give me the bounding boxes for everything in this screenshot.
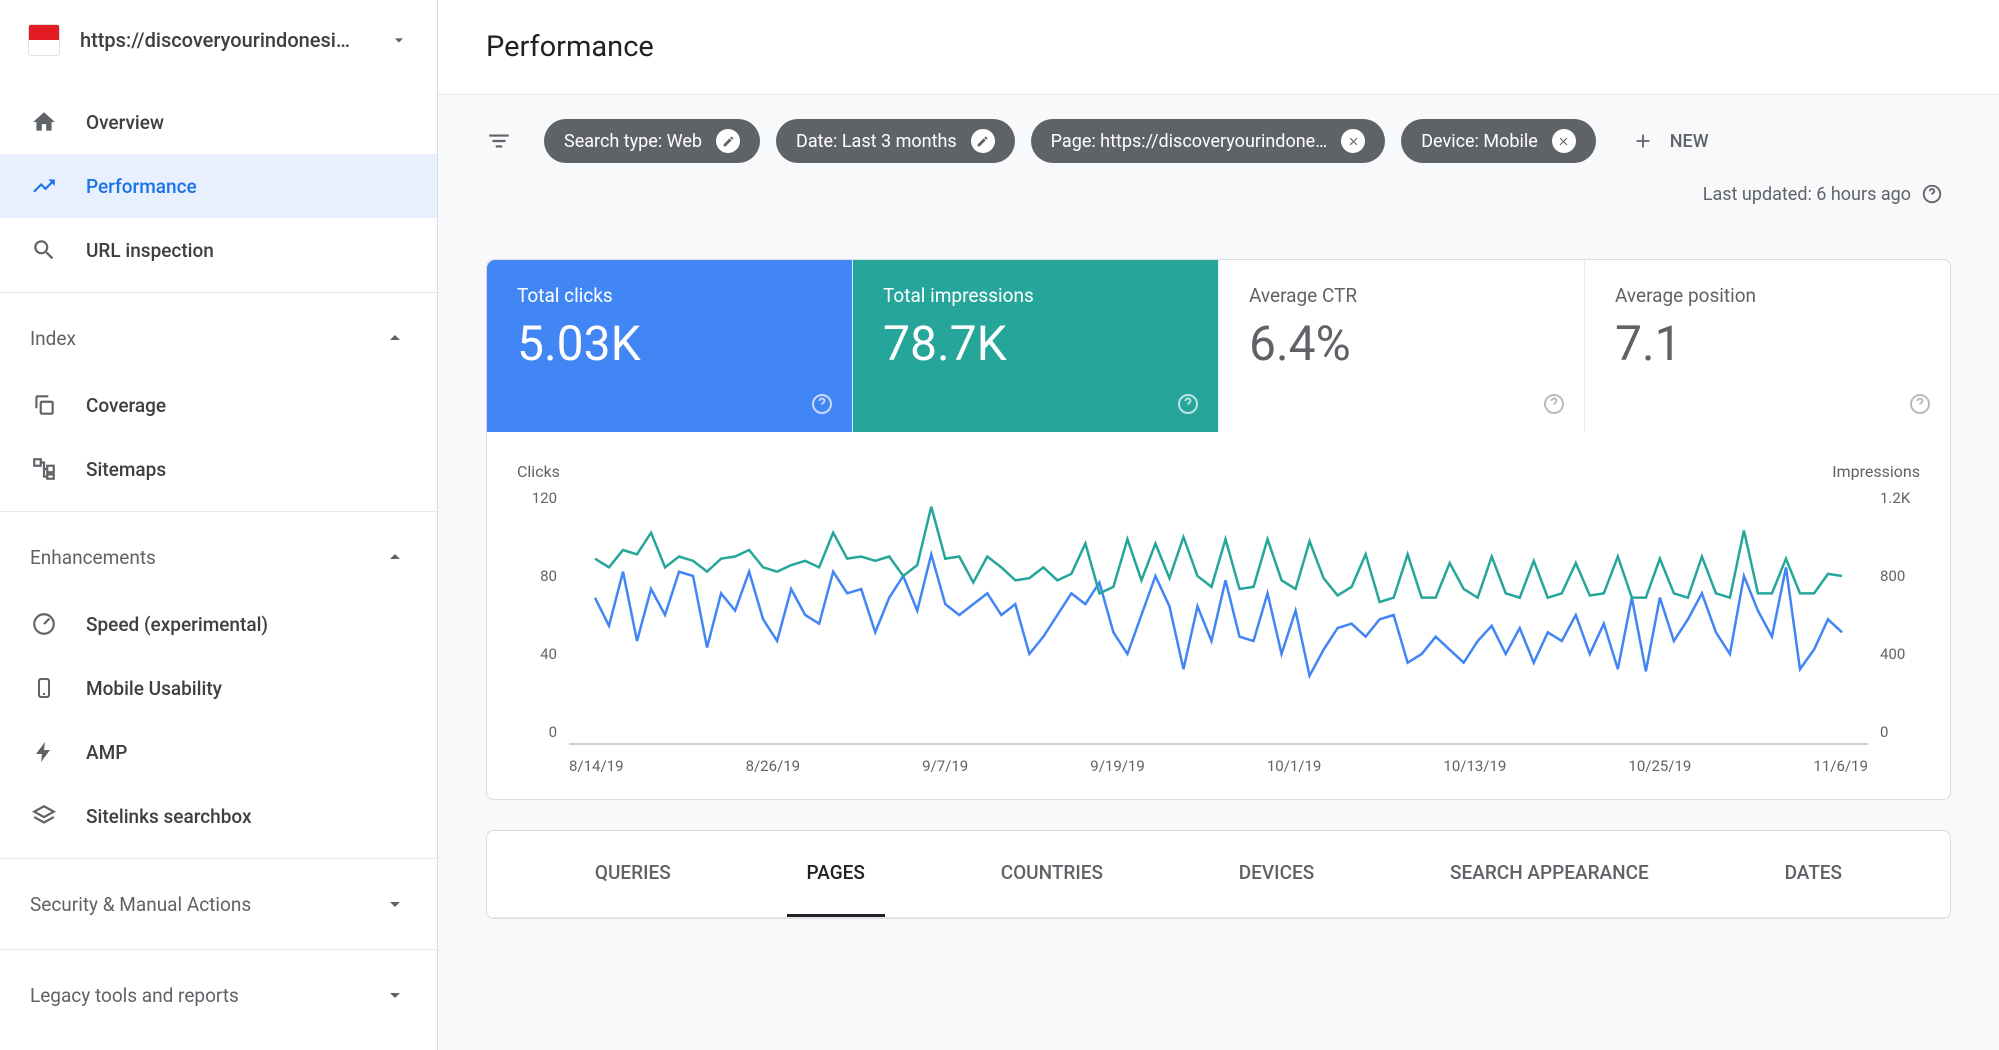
chart-area: Clicks Impressions 120 80 40 0 [487, 432, 1950, 799]
sidebar-item-label: Sitelinks searchbox [86, 805, 252, 828]
chevron-up-icon [383, 326, 407, 350]
sidebar-item-sitemaps[interactable]: Sitemaps [0, 437, 437, 501]
y-axis-right: 1.2K 800 400 0 [1880, 485, 1920, 745]
section-title: Index [30, 327, 76, 350]
sidebar-item-label: URL inspection [86, 239, 214, 262]
x-axis: 8/14/19 8/26/19 9/7/19 9/19/19 10/1/19 1… [517, 757, 1920, 775]
last-updated: Last updated: 6 hours ago [1703, 183, 1951, 205]
metric-label: Total clicks [517, 284, 822, 307]
performance-card: Total clicks 5.03K Total impressions 78.… [486, 259, 1951, 800]
page-title: Performance [486, 30, 1951, 64]
sidebar-item-overview[interactable]: Overview [0, 90, 437, 154]
sidebar-item-label: AMP [86, 741, 127, 764]
section-title: Legacy tools and reports [30, 984, 239, 1007]
sidebar-item-amp[interactable]: AMP [0, 720, 437, 784]
help-icon[interactable] [810, 392, 834, 416]
metric-value: 7.1 [1615, 315, 1920, 372]
section-header-legacy[interactable]: Legacy tools and reports [0, 960, 437, 1030]
main-content: Performance Search type: Web Date: Last … [438, 0, 1999, 1050]
edit-icon [716, 129, 740, 153]
chevron-down-icon [383, 983, 407, 1007]
metric-label: Average position [1615, 284, 1920, 307]
property-flag-icon [28, 24, 60, 56]
section-title: Enhancements [30, 546, 156, 569]
sidebar-item-label: Mobile Usability [86, 677, 222, 700]
new-filter-button[interactable]: NEW [1612, 130, 1729, 152]
sidebar-item-sitelinks[interactable]: Sitelinks searchbox [0, 784, 437, 848]
filter-chip-searchtype[interactable]: Search type: Web [544, 119, 760, 163]
metric-value: 78.7K [883, 315, 1188, 372]
tree-icon [30, 455, 58, 483]
filter-chip-label: Device: Mobile [1421, 131, 1538, 152]
section-header-index[interactable]: Index [0, 303, 437, 373]
chevron-down-icon [383, 892, 407, 916]
section-title: Security & Manual Actions [30, 893, 251, 916]
tab-search-appearance[interactable]: SEARCH APPEARANCE [1430, 831, 1669, 917]
help-icon[interactable] [1908, 392, 1932, 416]
metric-impressions[interactable]: Total impressions 78.7K [853, 260, 1219, 432]
line-chart[interactable] [569, 485, 1868, 745]
sidebar-item-urlinspect[interactable]: URL inspection [0, 218, 437, 282]
metric-clicks[interactable]: Total clicks 5.03K [487, 260, 853, 432]
filter-chip-page[interactable]: Page: https://discoveryourindone… [1031, 119, 1386, 163]
property-selector[interactable]: https://discoveryourindonesi… [0, 0, 437, 80]
help-icon[interactable] [1176, 392, 1200, 416]
sidebar-item-mobile[interactable]: Mobile Usability [0, 656, 437, 720]
dropdown-icon [389, 30, 409, 50]
filter-chip-label: Search type: Web [564, 131, 702, 152]
close-icon[interactable] [1341, 129, 1365, 153]
bolt-icon [30, 738, 58, 766]
new-filter-label: NEW [1670, 131, 1709, 152]
tab-queries[interactable]: QUERIES [575, 831, 691, 917]
filter-chip-date[interactable]: Date: Last 3 months [776, 119, 1015, 163]
tab-pages[interactable]: PAGES [787, 831, 885, 917]
metric-label: Total impressions [883, 284, 1188, 307]
last-updated-text: Last updated: 6 hours ago [1703, 184, 1911, 205]
metric-ctr[interactable]: Average CTR 6.4% [1219, 260, 1585, 432]
tab-devices[interactable]: DEVICES [1219, 831, 1334, 917]
sidebar-item-label: Coverage [86, 394, 166, 417]
home-icon [30, 108, 58, 136]
section-header-enhancements[interactable]: Enhancements [0, 522, 437, 592]
tabs-card: QUERIES PAGES COUNTRIES DEVICES SEARCH A… [486, 830, 1951, 919]
trending-icon [30, 172, 58, 200]
sidebar: https://discoveryourindonesi… Overview P… [0, 0, 438, 1050]
metric-label: Average CTR [1249, 284, 1554, 307]
tab-dates[interactable]: DATES [1765, 831, 1862, 917]
metric-value: 6.4% [1249, 315, 1554, 372]
close-icon[interactable] [1552, 129, 1576, 153]
search-icon [30, 236, 58, 264]
filter-chip-label: Date: Last 3 months [796, 131, 957, 152]
page-header: Performance [438, 0, 1999, 95]
filter-icon[interactable] [486, 128, 512, 154]
tabs: QUERIES PAGES COUNTRIES DEVICES SEARCH A… [487, 831, 1950, 918]
sidebar-item-coverage[interactable]: Coverage [0, 373, 437, 437]
y-left-label: Clicks [517, 462, 560, 481]
plus-icon [1632, 130, 1654, 152]
phone-icon [30, 674, 58, 702]
metric-position[interactable]: Average position 7.1 [1585, 260, 1950, 432]
sidebar-item-label: Sitemaps [86, 458, 166, 481]
y-axis-left: 120 80 40 0 [517, 485, 557, 745]
sidebar-item-performance[interactable]: Performance [0, 154, 437, 218]
sidebar-item-speed[interactable]: Speed (experimental) [0, 592, 437, 656]
section-header-security[interactable]: Security & Manual Actions [0, 869, 437, 939]
metric-value: 5.03K [517, 315, 822, 372]
layers-icon [30, 802, 58, 830]
filter-chip-label: Page: https://discoveryourindone… [1051, 131, 1328, 152]
tab-countries[interactable]: COUNTRIES [981, 831, 1123, 917]
filter-bar: Search type: Web Date: Last 3 months Pag… [438, 95, 1999, 229]
help-icon[interactable] [1542, 392, 1566, 416]
chevron-up-icon [383, 545, 407, 569]
help-icon[interactable] [1921, 183, 1943, 205]
copy-icon [30, 391, 58, 419]
y-right-label: Impressions [1832, 462, 1920, 481]
sidebar-item-label: Speed (experimental) [86, 613, 268, 636]
property-url: https://discoveryourindonesi… [80, 28, 369, 52]
filter-chip-device[interactable]: Device: Mobile [1401, 119, 1596, 163]
edit-icon [971, 129, 995, 153]
sidebar-item-label: Performance [86, 175, 197, 198]
gauge-icon [30, 610, 58, 638]
sidebar-item-label: Overview [86, 111, 164, 134]
